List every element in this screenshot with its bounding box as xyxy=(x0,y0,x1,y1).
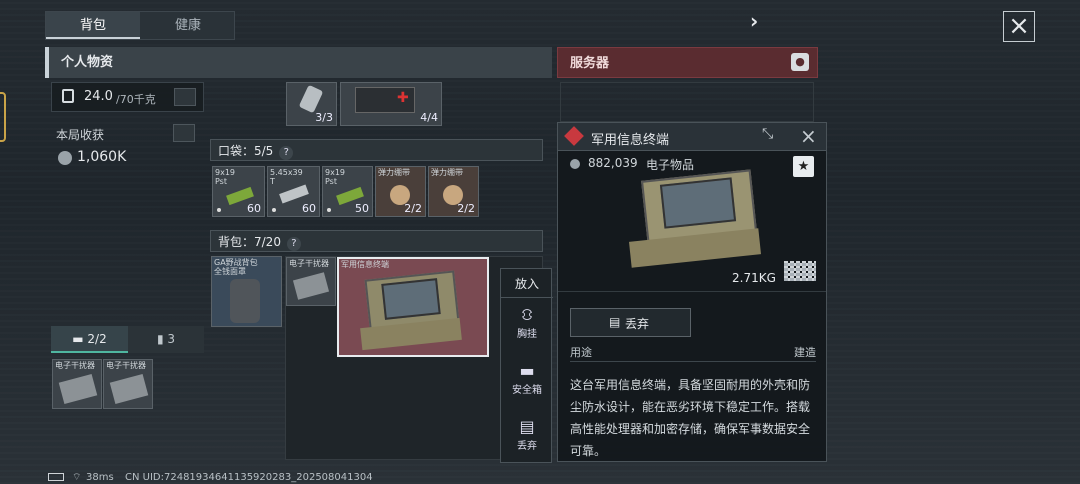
dot-icon xyxy=(217,208,221,212)
chest-rig-icon: ⛻ xyxy=(521,305,533,324)
weight-max: /70千克 xyxy=(116,93,156,106)
detail-weight: 2.71KG xyxy=(732,271,776,285)
weight-icon xyxy=(62,89,74,103)
server-grid xyxy=(560,82,814,122)
case-item[interactable]: 电子干扰器 xyxy=(52,359,102,409)
weight-box: 24.0 /70千克 xyxy=(51,82,204,112)
divider xyxy=(570,361,816,362)
tab-container[interactable]: ▮ 3 xyxy=(128,326,204,353)
trash-icon: ▤ xyxy=(519,417,535,436)
tab-health[interactable]: 健康 xyxy=(141,12,235,39)
pocket-item[interactable]: 9x19 Pst 50 xyxy=(322,166,373,217)
discard-label: 丢弃 xyxy=(625,317,650,331)
terminal-screen-icon xyxy=(381,278,441,320)
case-item[interactable]: 电子干扰器 xyxy=(103,359,153,409)
dot-icon xyxy=(327,208,331,212)
backpack-icon xyxy=(230,279,260,323)
inventory-item[interactable]: 3/3 xyxy=(286,82,337,126)
coin-icon xyxy=(58,151,72,165)
badge-icon xyxy=(0,92,6,142)
pocket-header: 口袋：5/5? xyxy=(210,139,543,161)
inventory-item[interactable]: ✚ 4/4 xyxy=(340,82,442,126)
case-tab-count: 2/2 xyxy=(87,332,107,346)
detail-category: 电子物品 xyxy=(646,158,695,172)
discard-button[interactable]: ▤ 丢弃 xyxy=(570,308,691,337)
next-arrow-icon[interactable]: › xyxy=(750,9,758,33)
jammer-icon xyxy=(292,272,330,300)
coin-icon xyxy=(570,159,580,169)
detail-description: 这台军用信息终端，具备坚固耐用的外壳和防尘防水设计，能在恶劣环境下稳定工作。搭载… xyxy=(570,378,811,458)
context-menu: 放入 ⛻ 胸挂 ▬ 安全箱 ▤ 丢弃 xyxy=(500,268,553,463)
terminal-screen-icon xyxy=(659,177,737,229)
briefcase-icon: ▬ xyxy=(72,332,84,346)
pocket-item[interactable]: 弹力绷带 2/2 xyxy=(428,166,479,217)
injector-icon xyxy=(298,84,324,114)
weight-value: 24.0 xyxy=(84,89,113,104)
help-icon[interactable]: ? xyxy=(286,237,301,251)
jammer-icon xyxy=(58,373,98,405)
pocket-item[interactable]: 5.45x39 T 60 xyxy=(267,166,320,217)
item-detail-panel: 军用信息终端 ⤡ × 882,039 电子物品 ★ 2.71KG ▤ 丢弃 用途… xyxy=(557,122,827,462)
earnings-value: 1,060K xyxy=(77,149,127,165)
earnings-label: 本局收获 xyxy=(56,128,105,142)
dot-icon xyxy=(272,208,276,212)
close-icon: × xyxy=(1008,11,1030,41)
backpack-item[interactable]: 电子干扰器 xyxy=(286,257,336,306)
earnings-list-icon[interactable] xyxy=(173,124,195,142)
pocket-item[interactable]: 9x19 Pst 60 xyxy=(212,166,265,217)
container-tab-count: 3 xyxy=(167,332,176,346)
ammo-box-icon xyxy=(279,184,309,204)
tab-backpack[interactable]: 背包 xyxy=(46,12,140,39)
backpack-header: 背包：7/20? xyxy=(210,230,543,252)
menu-item-secure-case[interactable]: ▬ 安全箱 xyxy=(501,361,553,405)
favorite-star-icon[interactable]: ★ xyxy=(793,156,814,177)
usage-label: 用途 xyxy=(570,346,592,359)
briefcase-icon: ▬ xyxy=(519,361,535,380)
pocket-item[interactable]: 弹力绷带 2/2 xyxy=(375,166,426,217)
container-icon: ▮ xyxy=(156,332,164,346)
trash-icon: ▤ xyxy=(609,315,621,329)
wifi-icon: ⌔ xyxy=(72,472,82,483)
detail-title: 军用信息终端 xyxy=(591,133,670,148)
backpack-slot[interactable]: GA野战背包 全钱面罩 xyxy=(211,256,282,327)
menu-item-chest-rig[interactable]: ⛻ 胸挂 xyxy=(501,305,553,349)
battery-icon xyxy=(48,473,64,481)
location-pin-icon[interactable]: ● xyxy=(791,53,809,71)
size-grid-icon xyxy=(784,261,816,281)
tab-bar: 背包 健康 xyxy=(45,11,235,40)
menu-item-discard[interactable]: ▤ 丢弃 xyxy=(501,417,553,461)
collapse-icon[interactable]: ⤡ xyxy=(762,126,773,142)
server-title: 服务器 xyxy=(570,56,610,71)
close-button[interactable]: × xyxy=(1003,11,1035,42)
usage-value: 建造 xyxy=(794,346,816,359)
context-menu-header: 放入 xyxy=(514,277,539,291)
medical-cross-icon: ✚ xyxy=(397,90,409,106)
server-header: 服务器 xyxy=(557,47,818,78)
backpack-title: 背包：7/20 xyxy=(218,235,281,249)
ping-value: 38ms xyxy=(86,472,114,483)
help-icon[interactable]: ? xyxy=(279,146,294,160)
jammer-icon xyxy=(109,373,149,405)
detail-price: 882,039 xyxy=(588,156,638,170)
close-icon[interactable]: × xyxy=(800,124,817,148)
selected-item[interactable]: 军用信息终端 xyxy=(337,257,489,357)
uid-text: CN UID:7248193464113592​0283_20250804130… xyxy=(125,472,373,483)
divider xyxy=(558,291,826,292)
personal-supplies-header: 个人物资 xyxy=(45,47,552,78)
divider xyxy=(501,297,553,298)
pocket-title: 口袋：5/5 xyxy=(218,144,274,158)
list-icon[interactable] xyxy=(174,88,196,106)
tab-secure-case[interactable]: ▬ 2/2 xyxy=(51,326,128,353)
